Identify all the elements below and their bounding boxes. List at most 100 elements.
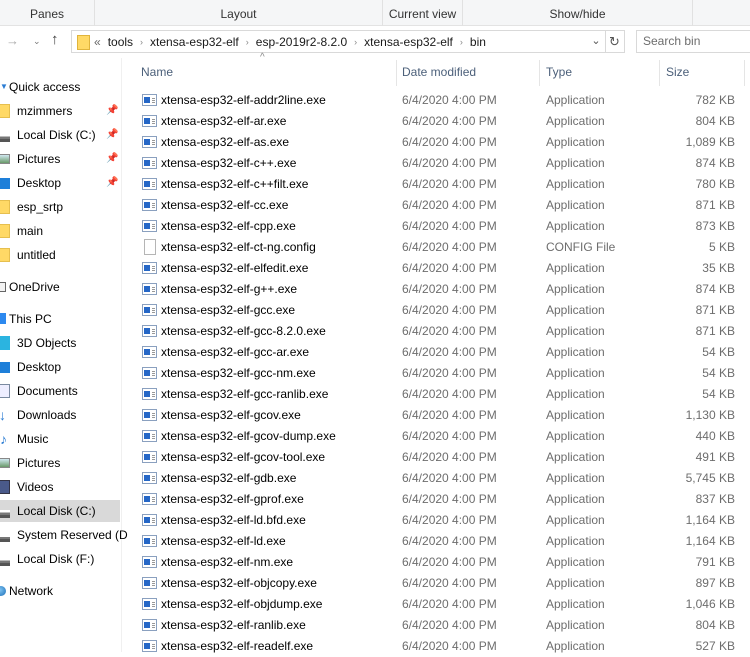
breadcrumb-item[interactable]: xtensa-esp32-elf [150,31,239,52]
file-row[interactable]: xtensa-esp32-elf-gcov-dump.exe 6/4/2020 4… [125,426,750,447]
pin-icon[interactable]: 📌 [106,148,118,170]
breadcrumb-item[interactable]: esp-2019r2-8.2.0 [256,31,347,52]
file-row[interactable]: xtensa-esp32-elf-c++.exe 6/4/2020 4:00 PM… [125,153,750,174]
file-name: xtensa-esp32-elf-readelf.exe [161,639,314,653]
sidebar-item-desktop[interactable]: Desktop 📌 [0,172,120,194]
address-bar[interactable]: « tools › xtensa-esp32-elf › esp-2019r2-… [71,30,606,53]
file-size: 54 KB [702,366,735,380]
sidebar-item-downloads[interactable]: ↓ Downloads [0,404,120,426]
file-type: Application [546,345,605,359]
column-header-date-modified[interactable]: Date modified [396,58,540,86]
file-row[interactable]: xtensa-esp32-elf-gcc-ranlib.exe 6/4/2020 … [125,384,750,405]
file-name: xtensa-esp32-elf-as.exe [161,135,290,149]
sidebar-item-mzimmers[interactable]: mzimmers 📌 [0,100,120,122]
sidebar-item-this-pc[interactable]: This PC [0,308,120,330]
file-row[interactable]: xtensa-esp32-elf-gdb.exe 6/4/2020 4:00 PM… [125,468,750,489]
sidebar-item-local-disk-c[interactable]: Local Disk (C:) 📌 [0,124,120,146]
file-row[interactable]: xtensa-esp32-elf-gcc-nm.exe 6/4/2020 4:00… [125,363,750,384]
chevron-right-icon[interactable]: › [140,31,143,52]
breadcrumb-overflow[interactable]: « [94,31,101,52]
pictures-icon [0,154,10,164]
ribbon-group-panes[interactable]: Panes [0,0,95,26]
sidebar-item-esp-srtp[interactable]: esp_srtp [0,196,120,218]
file-row[interactable]: xtensa-esp32-elf-ld.bfd.exe 6/4/2020 4:00… [125,510,750,531]
sidebar-item-desktop-pc[interactable]: Desktop [0,356,120,378]
file-row[interactable]: xtensa-esp32-elf-ct-ng.config 6/4/2020 4:… [125,237,750,258]
file-name: xtensa-esp32-elf-gcc-ranlib.exe [161,387,329,401]
expand-arrow-icon[interactable]: ▼ [0,76,8,98]
breadcrumb-item[interactable]: bin [470,31,486,52]
ribbon: Panes Layout Current view Show/hide [0,0,750,26]
refresh-button[interactable]: ↻ [605,30,625,53]
file-row[interactable]: xtensa-esp32-elf-g++.exe 6/4/2020 4:00 PM… [125,279,750,300]
recent-locations-button[interactable]: ⌄ [33,34,41,48]
file-row[interactable]: xtensa-esp32-elf-cc.exe 6/4/2020 4:00 PM A… [125,195,750,216]
file-row[interactable]: xtensa-esp32-elf-gprof.exe 6/4/2020 4:00 … [125,489,750,510]
chevron-right-icon[interactable]: › [246,31,249,52]
sidebar-item-pictures[interactable]: Pictures 📌 [0,148,120,170]
file-row[interactable]: xtensa-esp32-elf-elfedit.exe 6/4/2020 4:0… [125,258,750,279]
application-icon [142,409,157,421]
sidebar-item-music[interactable]: ♪ Music [0,428,120,450]
file-row[interactable]: xtensa-esp32-elf-gcov-tool.exe 6/4/2020 4… [125,447,750,468]
file-row[interactable]: xtensa-esp32-elf-ranlib.exe 6/4/2020 4:00… [125,615,750,636]
sidebar-item-local-disk-f[interactable]: Local Disk (F:) [0,548,120,570]
file-row[interactable]: xtensa-esp32-elf-gcc-8.2.0.exe 6/4/2020 4… [125,321,750,342]
search-input[interactable]: Search bin [636,30,750,53]
file-date-modified: 6/4/2020 4:00 PM [402,408,497,422]
file-size: 1,164 KB [685,513,735,527]
sidebar-item-pictures-pc[interactable]: Pictures [0,452,120,474]
sidebar-item-quick-access[interactable]: ▼ Quick access [0,76,120,98]
ribbon-group-show-hide[interactable]: Show/hide [463,0,693,26]
file-row[interactable]: xtensa-esp32-elf-addr2line.exe 6/4/2020 4… [125,90,750,111]
sidebar-item-local-disk-c-pc[interactable]: Local Disk (C:) [0,500,120,522]
onedrive-icon [0,282,6,292]
file-date-modified: 6/4/2020 4:00 PM [402,387,497,401]
sidebar-item-network[interactable]: Network [0,580,120,602]
drive-icon [0,510,10,518]
up-button[interactable]: ↑ [51,32,59,47]
column-header-size[interactable]: Size [660,58,745,86]
file-row[interactable]: xtensa-esp32-elf-as.exe 6/4/2020 4:00 PM A… [125,132,750,153]
file-row[interactable]: xtensa-esp32-elf-ar.exe 6/4/2020 4:00 PM A… [125,111,750,132]
forward-button[interactable]: → [6,34,19,48]
breadcrumb-item[interactable]: xtensa-esp32-elf [364,31,453,52]
file-date-modified: 6/4/2020 4:00 PM [402,198,497,212]
sidebar-item-system-reserved-d[interactable]: System Reserved (D [0,524,128,546]
file-row[interactable]: xtensa-esp32-elf-objdump.exe 6/4/2020 4:0… [125,594,750,615]
file-row[interactable]: xtensa-esp32-elf-gcov.exe 6/4/2020 4:00 P… [125,405,750,426]
file-type: Application [546,408,605,422]
file-date-modified: 6/4/2020 4:00 PM [402,513,497,527]
sidebar-item-videos[interactable]: Videos [0,476,120,498]
file-row[interactable]: xtensa-esp32-elf-cpp.exe 6/4/2020 4:00 PM… [125,216,750,237]
network-icon [0,586,6,596]
sidebar-item-main[interactable]: main [0,220,120,242]
file-row[interactable]: xtensa-esp32-elf-nm.exe 6/4/2020 4:00 PM A… [125,552,750,573]
sidebar-item-documents[interactable]: Documents [0,380,120,402]
pin-icon[interactable]: 📌 [106,124,118,146]
chevron-right-icon[interactable]: › [460,31,463,52]
pin-icon[interactable]: 📌 [106,172,118,194]
file-row[interactable]: xtensa-esp32-elf-ld.exe 6/4/2020 4:00 PM A… [125,531,750,552]
application-icon [142,451,157,463]
file-row[interactable]: xtensa-esp32-elf-c++filt.exe 6/4/2020 4:0… [125,174,750,195]
ribbon-group-layout[interactable]: Layout [95,0,383,26]
file-row[interactable]: xtensa-esp32-elf-gcc.exe 6/4/2020 4:00 PM… [125,300,750,321]
file-date-modified: 6/4/2020 4:00 PM [402,324,497,338]
folder-icon [0,248,10,262]
breadcrumb-item[interactable]: tools [108,31,133,52]
file-row[interactable]: xtensa-esp32-elf-gcc-ar.exe 6/4/2020 4:00… [125,342,750,363]
file-date-modified: 6/4/2020 4:00 PM [402,219,497,233]
ribbon-group-current-view[interactable]: Current view [383,0,463,26]
column-header-type[interactable]: Type [540,58,660,86]
column-header-name[interactable]: Name [135,58,397,86]
file-name: xtensa-esp32-elf-cc.exe [161,198,289,212]
sidebar-item-3d-objects[interactable]: 3D Objects [0,332,120,354]
sidebar-item-untitled[interactable]: untitled [0,244,120,266]
address-dropdown-button[interactable]: ⌄ [588,30,604,53]
chevron-right-icon[interactable]: › [354,31,357,52]
file-row[interactable]: xtensa-esp32-elf-readelf.exe 6/4/2020 4:0… [125,636,750,657]
sidebar-item-onedrive[interactable]: OneDrive [0,276,120,298]
pin-icon[interactable]: 📌 [106,100,118,122]
file-row[interactable]: xtensa-esp32-elf-objcopy.exe 6/4/2020 4:0… [125,573,750,594]
